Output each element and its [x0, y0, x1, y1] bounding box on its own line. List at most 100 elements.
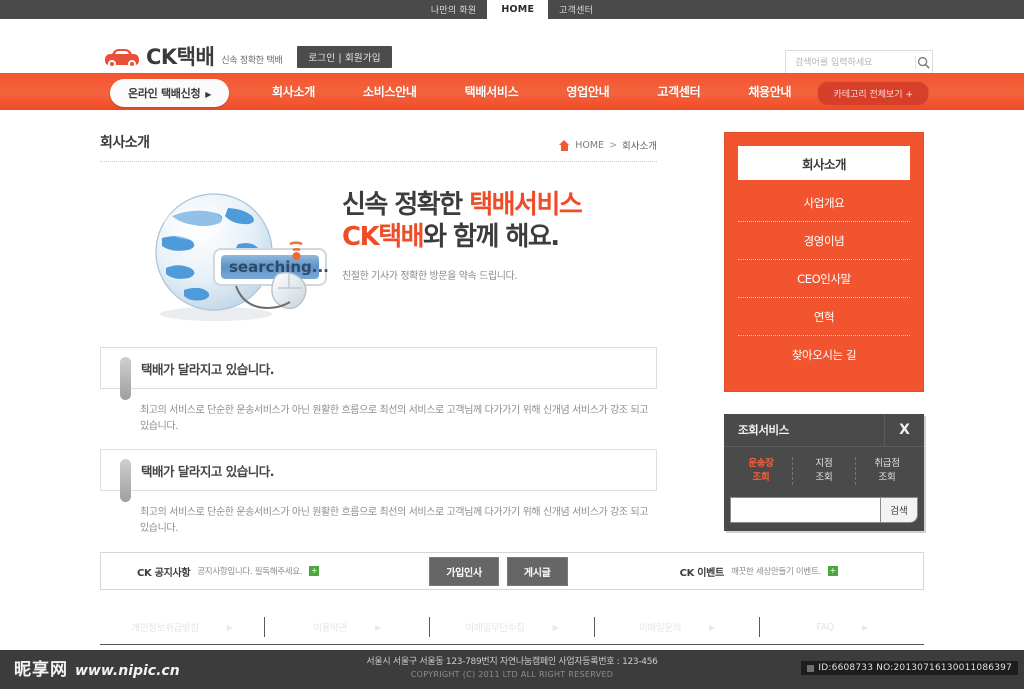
nav-item-service-guide[interactable]: 소비스안내	[339, 83, 441, 100]
notice-right-text: 깨끗한 세상만들기 이벤트.	[730, 567, 821, 577]
hero-line-2: CK택배와 함께 해요.	[342, 222, 581, 254]
footer-divider	[100, 644, 924, 645]
tracking-widget: 조회서비스 X 운송장 조회 지점 조회 취급점 조회 검색	[724, 414, 924, 531]
footer-link-terms[interactable]: 이용약관 ▶	[265, 617, 430, 637]
login-signup-button[interactable]: 로그인 | 회원가입	[297, 46, 392, 68]
notice-strip: CK 공지사항 공지사항입니다. 필독해주세요. + 가입인사 게시글 CK 이…	[100, 552, 924, 590]
notice-right[interactable]: CK 이벤트 깨끗한 세상만들기 이벤트. +	[680, 564, 838, 579]
notice-left-label: CK 공지사항	[137, 567, 191, 579]
footer-link-faq[interactable]: FAQ ▶	[760, 617, 924, 637]
site-logo[interactable]: CK택배 신속 정확한 택배 로그인 | 회원가입	[105, 46, 392, 68]
sidebar: 회사소개 사업개요 경영이념 CEO인사말 연혁 찾아오시는 길 조회서비스 X…	[724, 132, 924, 531]
plus-badge-icon[interactable]: +	[827, 566, 838, 576]
footer-link-email-inquiry[interactable]: 이메일문의 ▶	[595, 617, 760, 637]
nav-item-customer-center[interactable]: 고객센터	[633, 83, 724, 100]
content-block-title: 택배가 달라지고 있습니다.	[141, 463, 274, 479]
tab-agency-line1: 취급점	[874, 458, 900, 469]
topbar-item-mypage[interactable]: 나만의 화원	[420, 0, 487, 19]
online-delivery-request-label: 온라인 택배신청	[128, 87, 201, 100]
sidebar-item-management-philosophy[interactable]: 경영이념	[738, 222, 910, 260]
logo-tagline: 신속 정확한 택배	[221, 56, 283, 66]
content-block-body: 최고의 서비스로 단순한 운송서비스가 아닌 원활한 흐름으로 최선의 서비스로…	[140, 405, 649, 432]
nav-item-list: 회사소개 소비스안내 택배서비스 영업안내 고객센터 채용안내	[248, 73, 815, 110]
home-icon	[559, 139, 570, 151]
tab-waybill-tracking[interactable]: 운송장 조회	[730, 457, 793, 485]
tracking-number-input[interactable]	[730, 496, 880, 523]
topbar-item-home[interactable]: HOME	[487, 0, 549, 19]
tab-agency-lookup[interactable]: 취급점 조회	[856, 457, 918, 485]
chevron-right-icon: ▶	[552, 622, 559, 632]
breadcrumb-home[interactable]: HOME	[575, 140, 604, 151]
tracking-widget-title: 조회서비스	[724, 414, 884, 447]
search-button[interactable]	[916, 51, 932, 74]
posts-button[interactable]: 게시글	[506, 556, 568, 586]
footer-link-terms-label: 이용약관	[313, 623, 347, 634]
id-badge: ID:6608733 NO:20130716130011086397	[801, 661, 1018, 675]
tracking-widget-tabs: 운송장 조회 지점 조회 취급점 조회	[724, 447, 924, 497]
tab-branch-lookup[interactable]: 지점 조회	[793, 457, 856, 485]
notice-left-text: 공지사항입니다. 필독해주세요.	[197, 567, 303, 577]
tracking-search-button[interactable]: 검색	[880, 496, 918, 523]
nav-item-delivery-service[interactable]: 택배서비스	[441, 83, 543, 100]
breadcrumb-separator: >	[609, 139, 618, 151]
sidebar-menu-title: 회사소개	[738, 146, 910, 180]
watermark-brand: 昵享网	[14, 660, 68, 680]
watermark: 昵享网 www.nipic.cn	[14, 655, 180, 680]
notice-left[interactable]: CK 공지사항 공지사항입니다. 필독해주세요. +	[137, 564, 320, 579]
main-navigation: 온라인 택배신청 ▶ 회사소개 소비스안내 택배서비스 영업안내 고객센터 채용안…	[0, 73, 1024, 110]
content-block: 택배가 달라지고 있습니다. 최고의 서비스로 단순한 운송서비스가 아닌 원활…	[100, 347, 657, 435]
footer-link-privacy[interactable]: 개인정보취급방침 ▶	[100, 617, 265, 637]
hero-line1-plain: 신속 정확한	[342, 190, 470, 220]
block-accent-bar	[120, 459, 131, 502]
footer-link-email-inquiry-label: 이메일문의	[638, 623, 682, 634]
content-block-body: 최고의 서비스로 단순한 운송서비스가 아닌 원활한 흐름으로 최선의 서비스로…	[140, 507, 649, 534]
tab-branch-line1: 지점	[815, 458, 833, 469]
content-block-header: 택배가 달라지고 있습니다.	[100, 449, 657, 491]
site-header: CK택배 신속 정확한 택배 로그인 | 회원가입	[0, 19, 1024, 75]
topbar-item-customer-center[interactable]: 고객센터	[548, 0, 604, 19]
sidebar-item-history[interactable]: 연혁	[738, 298, 910, 336]
tracking-search-row: 검색	[724, 496, 924, 531]
chevron-right-icon: ▶	[709, 622, 716, 632]
hero-subtitle: 친절한 기사가 정확한 방문을 약속 드립니다.	[342, 271, 518, 283]
sidebar-item-directions[interactable]: 찾아오시는 길	[738, 336, 910, 374]
logo-text: CK택배	[146, 45, 215, 69]
footer-link-no-email-collect-label: 이메일무단수집	[465, 623, 525, 634]
chevron-right-icon: ▶	[374, 622, 381, 632]
footer-link-faq-label: FAQ	[816, 621, 834, 633]
hero-line2-plain: 와 함께 해요.	[423, 221, 560, 252]
hero-line-1: 신속 정확한 택배서비스	[342, 190, 583, 222]
notice-right-label: CK 이벤트	[679, 567, 725, 579]
search-input[interactable]	[786, 51, 915, 74]
breadcrumb-current: 회사소개	[622, 141, 657, 152]
footer-link-bar: 개인정보취급방침 ▶ 이용약관 ▶ 이메일무단수집 ▶ 이메일문의 ▶ FAQ …	[100, 611, 924, 643]
close-icon[interactable]: X	[884, 414, 924, 447]
sidebar-item-ceo-greeting[interactable]: CEO인사말	[738, 260, 910, 298]
plus-badge-icon[interactable]: +	[309, 566, 320, 576]
car-icon	[105, 48, 139, 68]
tracking-widget-header: 조회서비스 X	[724, 414, 924, 447]
page-header: 회사소개 HOME > 회사소개	[100, 132, 657, 162]
watermark-url: www.nipic.cn	[75, 663, 180, 679]
tab-branch-line2: 조회	[815, 471, 833, 483]
id-badge-text: ID:6608733 NO:20130716130011086397	[818, 663, 1012, 673]
sidebar-menu: 회사소개 사업개요 경영이념 CEO인사말 연혁 찾아오시는 길	[724, 132, 924, 392]
site-shell: CK택배 신속 정확한 택배 로그인 | 회원가입 온라인 택배신청 ▶	[0, 19, 1024, 650]
nav-item-company[interactable]: 회사소개	[248, 83, 339, 100]
tab-waybill-line1: 운송장	[748, 458, 774, 469]
chevron-right-icon: ▶	[861, 622, 868, 632]
content-block: 택배가 달라지고 있습니다. 최고의 서비스로 단순한 운송서비스가 아닌 원활…	[100, 449, 657, 537]
online-delivery-request-button[interactable]: 온라인 택배신청 ▶	[110, 79, 230, 107]
nav-item-sales-guide[interactable]: 영업안내	[542, 83, 633, 100]
globe-searching-illustration: searching...	[155, 193, 329, 321]
search-icon	[918, 56, 930, 69]
nav-item-recruit[interactable]: 채용안내	[724, 83, 815, 100]
footer-link-no-email-collect[interactable]: 이메일무단수집 ▶	[430, 617, 595, 637]
hero-banner: searching... 신속 정확한 택배서비스 CK택배와 함께 해요. 친…	[100, 178, 657, 333]
content-column: 회사소개 HOME > 회사소개 searching... 신속 정확한 택배서…	[100, 132, 657, 537]
category-all-button[interactable]: 카테고리 전체보기 +	[817, 81, 929, 106]
tab-agency-line2: 조회	[878, 471, 896, 483]
sidebar-item-business-overview[interactable]: 사업개요	[738, 184, 910, 222]
join-greeting-button[interactable]: 가입인사	[429, 556, 499, 586]
hero-text: 신속 정확한 택배서비스 CK택배와 함께 해요. 친절한 기사가 정확한 방문…	[342, 190, 583, 283]
